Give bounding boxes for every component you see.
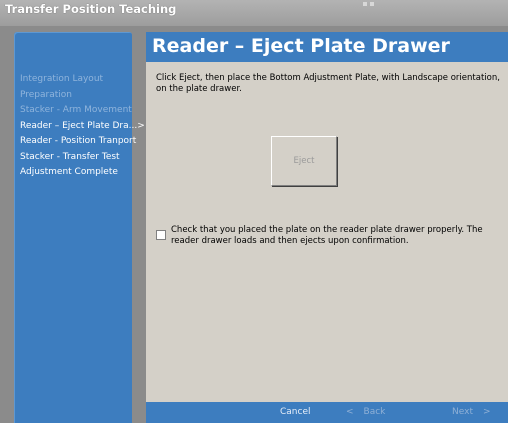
step-stacker-transfer-test: Stacker - Transfer Test [20,151,120,162]
step-label: Reader – Eject Plate Dra... [20,120,138,131]
step-list: Integration Layout Preparation Stacker -… [20,72,145,181]
confirm-checkbox[interactable] [156,230,166,240]
chevron-left-icon: < [346,407,354,417]
back-label: Back [363,407,386,417]
window-title: Transfer Position Teaching [5,2,177,16]
wizard-footer: Cancel < Back Next > [146,402,508,423]
wizard-content: Reader – Eject Plate Drawer Click Eject,… [146,32,508,402]
next-button[interactable]: Next > [452,402,501,423]
active-step-chevron-icon: > [137,120,145,131]
next-label: Next [452,407,473,417]
step-stacker-arm-movement: Stacker - Arm Movement [20,105,132,115]
step-adjustment-complete: Adjustment Complete [20,167,118,177]
cancel-label: Cancel [280,407,311,417]
cancel-button[interactable]: Cancel [280,402,311,423]
title-bar: Transfer Position Teaching [0,0,508,26]
step-integration-layout: Integration Layout [20,74,104,84]
page-header: Reader – Eject Plate Drawer [146,32,508,62]
window-controls [363,2,393,6]
step-reader-eject-plate-drawer: Reader – Eject Plate Dra...> [20,119,145,135]
step-reader-position-transport: Reader - Position Tranport [20,136,137,146]
step-preparation: Preparation [20,89,72,100]
wizard-sidebar: Integration Layout Preparation Stacker -… [14,32,145,423]
eject-button[interactable]: Eject [271,136,337,186]
page-title: Reader – Eject Plate Drawer [152,35,450,57]
instruction-text: Click Eject, then place the Bottom Adjus… [156,73,500,94]
chevron-right-icon: > [482,407,491,417]
confirm-label: Check that you placed the plate on the r… [171,225,483,246]
back-button[interactable]: < Back [336,402,385,423]
